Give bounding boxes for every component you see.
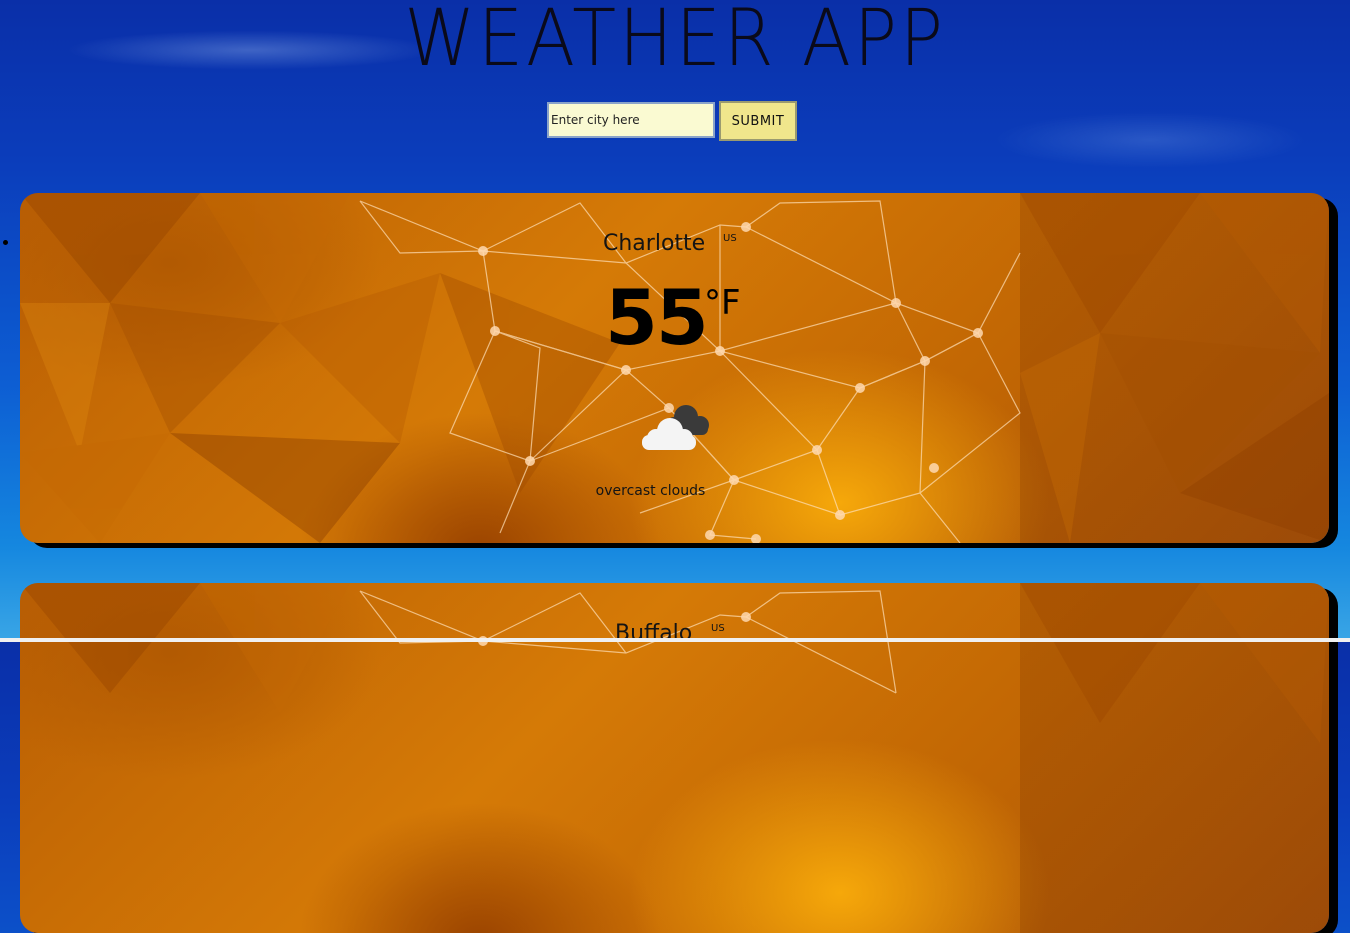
submit-button[interactable]: SUBMIT	[719, 101, 797, 141]
app-title: WEATHER APP	[404, 0, 946, 84]
country-code: US	[711, 623, 725, 634]
city-name: Charlotte	[603, 231, 706, 256]
horizontal-scrollbar[interactable]	[0, 638, 1350, 642]
city-name: Buffalo	[615, 621, 693, 646]
list-bullet	[3, 240, 8, 245]
country-code: US	[723, 233, 737, 244]
weather-description: overcast clouds	[595, 483, 706, 499]
temperature-value: 55	[605, 273, 709, 362]
city-search-input[interactable]	[547, 102, 715, 138]
overcast-clouds-icon	[638, 401, 714, 457]
search-bar: SUBMIT	[547, 101, 797, 141]
weather-card: Charlotte US 55 °F overcast clouds	[20, 193, 1329, 543]
weather-card: Buffalo US	[20, 583, 1329, 933]
temperature-unit: °F	[704, 283, 741, 323]
